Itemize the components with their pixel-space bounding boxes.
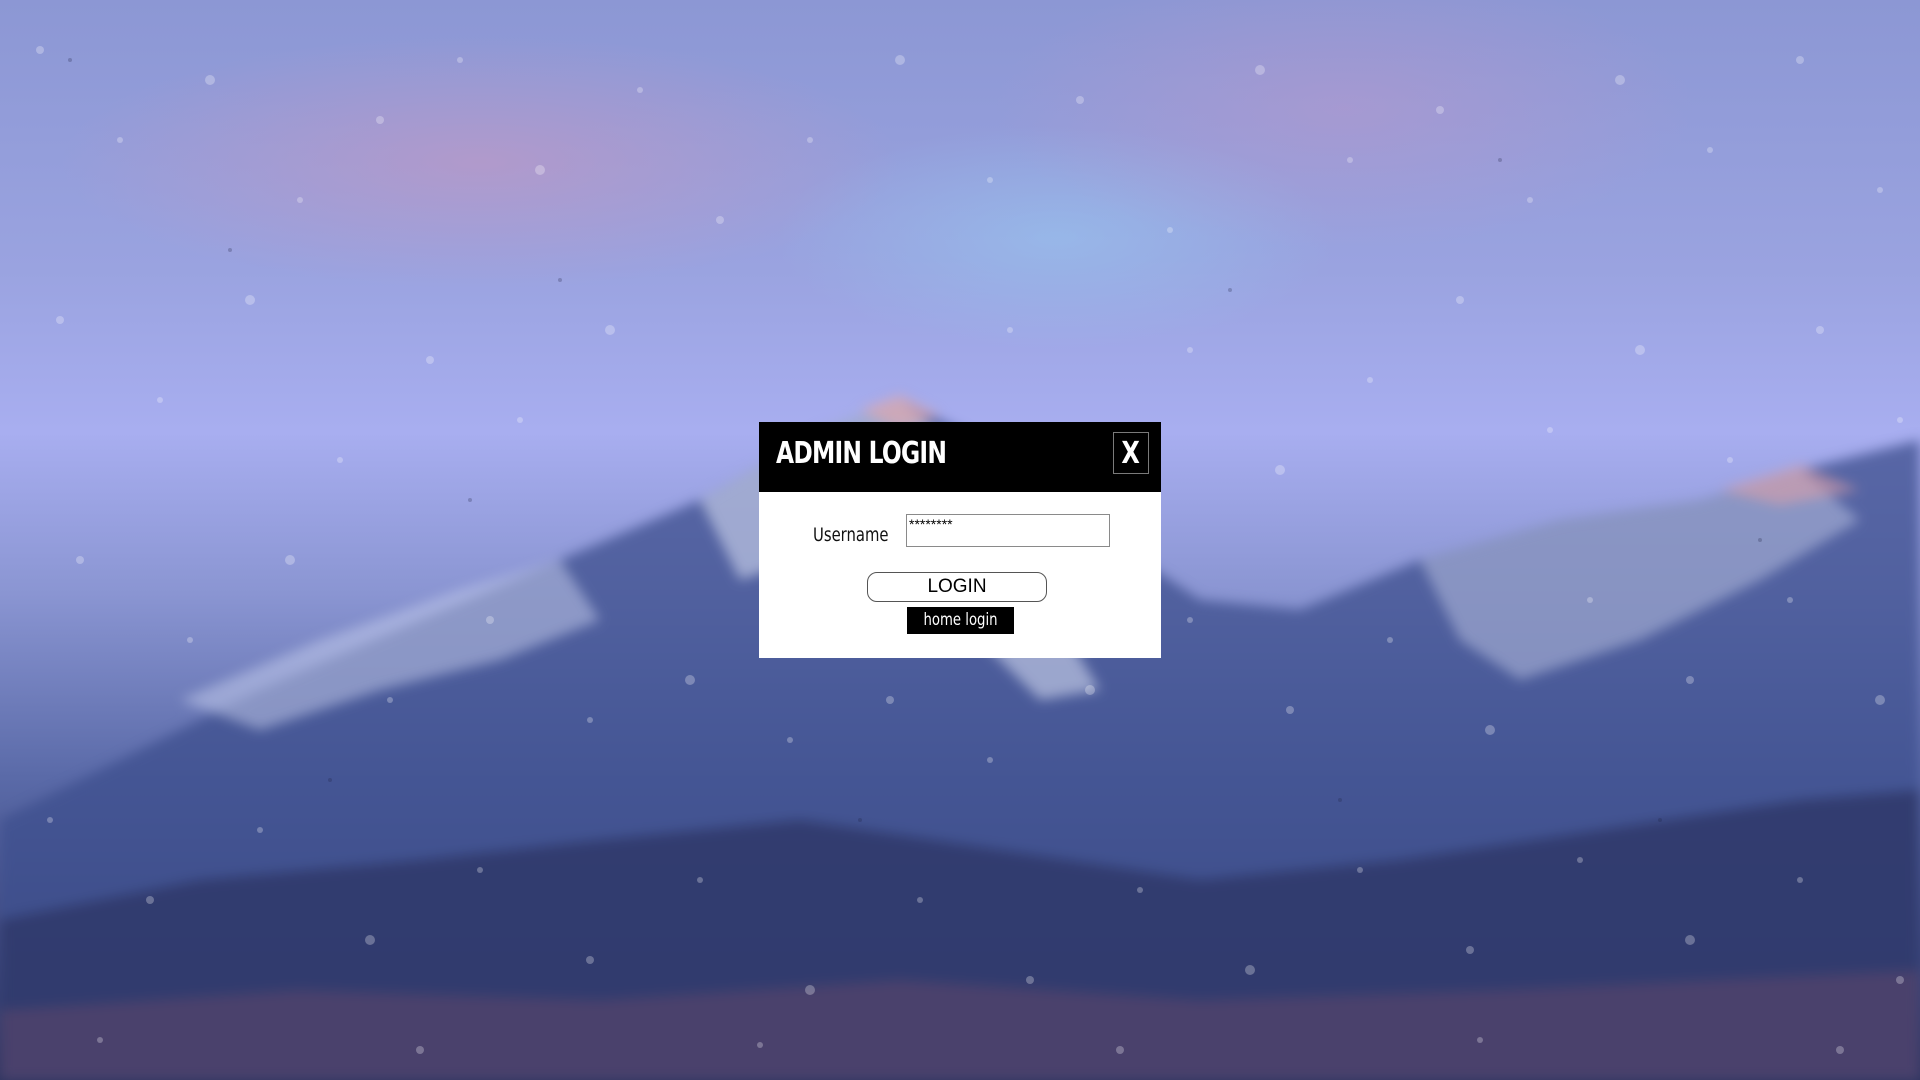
dialog-body: Username LOGIN home login [759, 492, 1161, 658]
dialog-header: ADMIN LOGIN X [759, 422, 1161, 492]
home-login-link[interactable]: home login [907, 607, 1015, 634]
login-button[interactable]: LOGIN [867, 572, 1047, 602]
admin-login-dialog: ADMIN LOGIN X Username LOGIN home login [759, 422, 1161, 658]
dialog-title: ADMIN LOGIN [776, 436, 947, 471]
username-input[interactable] [906, 514, 1110, 547]
close-icon: X [1121, 435, 1141, 471]
close-button[interactable]: X [1113, 432, 1149, 474]
home-login-label: home login [923, 610, 998, 630]
username-label: Username [813, 524, 889, 546]
